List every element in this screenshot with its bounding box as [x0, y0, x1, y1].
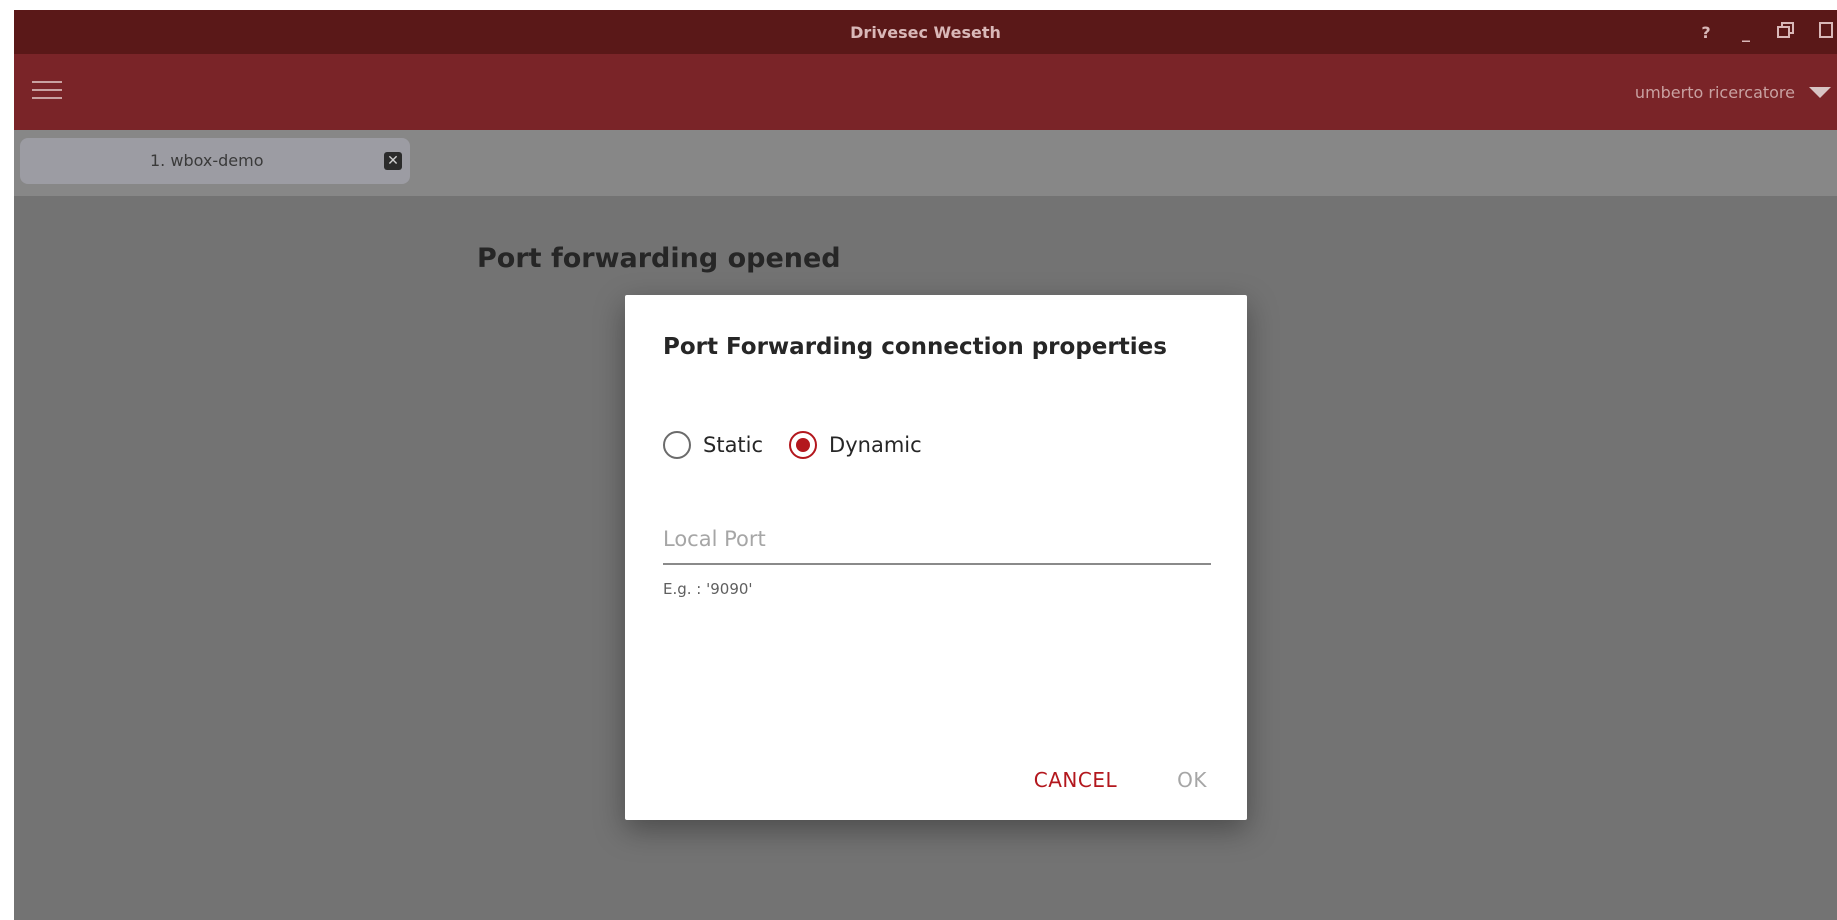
- radio-checked-icon[interactable]: [789, 431, 818, 459]
- cancel-button[interactable]: CANCEL: [1034, 768, 1117, 792]
- tab-label: 1. wbox-demo: [150, 151, 264, 170]
- dialog-actions: CANCEL OK: [1034, 768, 1207, 792]
- radio-static[interactable]: Static: [663, 431, 763, 459]
- hamburger-line: [32, 97, 62, 99]
- close-window-icon[interactable]: [1815, 22, 1837, 42]
- mode-radio-group: Static Dynamic: [663, 431, 948, 459]
- radio-unchecked-icon[interactable]: [663, 431, 691, 459]
- local-port-field: [663, 515, 1211, 565]
- window-title: Drivesec Weseth: [850, 22, 1001, 42]
- user-menu[interactable]: umberto ricercatore: [1635, 54, 1837, 130]
- local-port-hint: E.g. : '9090': [663, 580, 753, 598]
- page-heading: Port forwarding opened: [477, 243, 841, 274]
- dialog-title: Port Forwarding connection properties: [663, 334, 1167, 360]
- window-controls: ? _: [1695, 10, 1837, 54]
- restore-icon[interactable]: [1775, 22, 1797, 42]
- help-icon[interactable]: ?: [1695, 23, 1717, 42]
- radio-dynamic[interactable]: Dynamic: [789, 431, 922, 459]
- tab-wbox-demo[interactable]: 1. wbox-demo ✕: [20, 138, 410, 184]
- restore-icon-graphic: [1777, 22, 1794, 38]
- caret-down-icon[interactable]: [1809, 86, 1831, 98]
- minimize-icon[interactable]: _: [1735, 23, 1757, 42]
- local-port-input[interactable]: [663, 515, 1211, 563]
- app-window: Drivesec Weseth ? _ umberto ricercatore …: [14, 10, 1837, 920]
- hamburger-line: [32, 89, 62, 91]
- app-toolbar: umberto ricercatore: [14, 54, 1837, 130]
- close-window-icon-graphic: [1819, 22, 1833, 38]
- radio-label-static: Static: [703, 433, 764, 457]
- tab-bar: 1. wbox-demo ✕: [14, 130, 1837, 196]
- radio-label-dynamic: Dynamic: [829, 433, 922, 457]
- tab-close-icon[interactable]: ✕: [384, 152, 402, 170]
- title-bar: Drivesec Weseth ? _: [14, 10, 1837, 54]
- ok-button[interactable]: OK: [1177, 768, 1207, 792]
- port-forwarding-dialog: Port Forwarding connection properties St…: [625, 295, 1247, 820]
- hamburger-line: [32, 81, 62, 83]
- hamburger-menu-icon[interactable]: [32, 81, 62, 103]
- user-name: umberto ricercatore: [1634, 82, 1795, 102]
